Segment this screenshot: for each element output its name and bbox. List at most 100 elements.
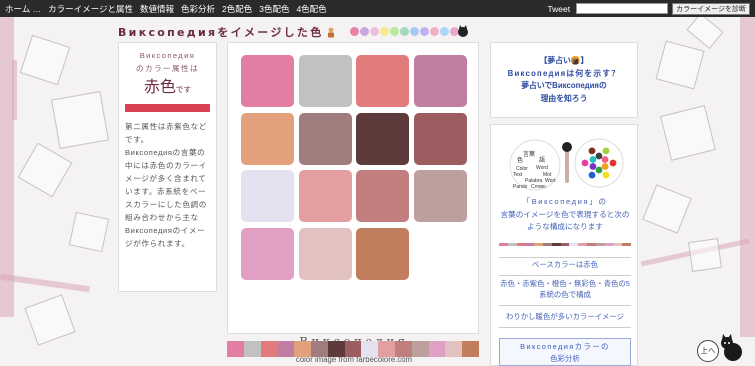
word-color-logo: 言葉 語 Word Mot Wort Text Palabra Parole С… (509, 138, 624, 191)
color-swatch[interactable] (298, 227, 352, 280)
analysis-label: 色彩分析 (550, 354, 580, 363)
logo-word: 語 (539, 156, 545, 164)
cat-logo-icon (458, 25, 468, 37)
logo-dot (602, 171, 610, 179)
color-palette-panel: Викcопедия color image from farbecolore.… (227, 42, 479, 364)
color-swatch[interactable] (413, 170, 467, 222)
back-to-top-button[interactable]: 上へ (697, 340, 719, 362)
search-input[interactable] (576, 3, 669, 14)
nav-home[interactable]: ホーム … (5, 3, 41, 15)
logo-word: 言葉 (523, 150, 535, 158)
composition-name: 「Викcопедия」の (522, 197, 608, 206)
logo-dot (588, 171, 596, 179)
color-swatch[interactable] (298, 112, 352, 165)
mini-strip-color (507, 243, 517, 246)
color-swatch[interactable] (298, 170, 352, 222)
mini-strip-color (622, 243, 631, 246)
logo-dot (601, 163, 609, 170)
page-title: Викcопедияをイメージした色 (118, 26, 324, 39)
color-swatch[interactable] (413, 55, 467, 107)
dream-reading-link[interactable]: 【夢占い🍘】 Викcопедияは何を示す？ 夢占いでВикcопедияの … (490, 42, 638, 118)
base-color-text: ベースカラーは赤色 (531, 260, 599, 269)
mini-strip-color (578, 243, 587, 246)
color-swatch[interactable] (356, 112, 409, 165)
logo-word: Text (513, 172, 523, 178)
logo-dot (601, 156, 609, 163)
strip-color (277, 341, 295, 357)
color-swatch[interactable] (241, 170, 294, 222)
color-swatch[interactable] (241, 227, 294, 280)
strip-color (378, 341, 395, 357)
color-swatch[interactable] (298, 55, 352, 107)
logo-dot (609, 159, 617, 167)
strip-color (445, 341, 463, 357)
mini-strip-color (569, 243, 579, 246)
strip-color (310, 341, 328, 357)
mini-strip-color (551, 243, 561, 246)
strip-color (462, 341, 479, 357)
logo-dot (589, 156, 597, 163)
attribute-name: Викcопедия (139, 51, 196, 60)
attribute-value: 赤色です (143, 79, 192, 96)
logo-dot (589, 163, 597, 170)
color-swatch[interactable] (241, 112, 294, 165)
divider (499, 327, 631, 328)
logo-word: Wort (545, 178, 556, 184)
strip-color (227, 341, 244, 357)
diagnose-button[interactable]: カラーイメージを診断 (672, 2, 750, 15)
logo-dot (588, 147, 596, 155)
title-color-dot (420, 27, 429, 36)
title-color-dot (350, 27, 359, 36)
color-attribute-panel: Викcопедия のカラー属性は 赤色です 第二属性は赤紫色などです。 Ви… (118, 42, 217, 292)
color-swatch[interactable] (241, 55, 294, 107)
logo-dot (581, 159, 589, 167)
dream-line-2: 理由を知ろう (540, 93, 588, 103)
title-color-dots (350, 27, 460, 36)
color-swatch[interactable] (356, 55, 409, 107)
composition-text: 言葉のイメージを色で表現すると次のような構成になります (500, 209, 630, 232)
logo-dot (595, 166, 603, 174)
strip-color (361, 341, 379, 357)
divider (499, 275, 631, 276)
analysis-name: Викcопедияカラーの (520, 342, 610, 351)
warm-color-note: わりかし暖色が多いカラーイメージ (505, 312, 625, 321)
divider (499, 257, 631, 258)
logo-dot (595, 152, 603, 160)
color-analysis-link[interactable]: Викcопедияカラーの 色彩分析 (499, 338, 631, 366)
nav-color-image[interactable]: カラーイメージと属性 (48, 3, 133, 15)
strip-color (243, 341, 261, 357)
title-color-dot (370, 27, 379, 36)
dream-line: 夢占いでВикcопедияの (521, 81, 607, 90)
tweet-link[interactable]: Tweet (547, 4, 570, 14)
strip-color (327, 341, 345, 357)
nav-numeric-info[interactable]: 数値情報 (140, 3, 174, 15)
logo-dot (602, 147, 610, 155)
nav-3-color[interactable]: 3色配色 (259, 3, 289, 15)
strip-color (344, 341, 362, 357)
color-composition-panel: 言葉 語 Word Mot Wort Text Palabra Parole С… (490, 124, 638, 366)
mini-strip-color (604, 243, 614, 246)
title-color-dot (380, 27, 389, 36)
title-color-dot (390, 27, 399, 36)
mini-strip-color (499, 243, 508, 246)
mini-strip-color (586, 243, 596, 246)
logo-word: Слово (531, 184, 546, 190)
divider (499, 305, 631, 306)
color-swatch[interactable] (356, 227, 409, 280)
dream-heading: 【夢占い🍘】 (539, 56, 589, 65)
strip-color (294, 341, 311, 357)
color-strip (227, 341, 479, 357)
title-color-dot (410, 27, 419, 36)
color-swatch[interactable] (356, 170, 409, 222)
nav-4-color[interactable]: 4色配色 (296, 3, 326, 15)
nav-2-color[interactable]: 2色配色 (222, 3, 252, 15)
attribute-intro: のカラー属性は (136, 64, 199, 73)
attribute-conclusion: Викcопедияのイメージが作られます。 (125, 226, 206, 248)
mini-strip-color (613, 243, 623, 246)
title-color-dot (400, 27, 409, 36)
nav-color-analysis[interactable]: 色彩分析 (181, 3, 215, 15)
person-icon (327, 27, 334, 37)
logo-word: 色 (517, 156, 523, 164)
logo-word: Parole (513, 184, 528, 190)
color-swatch[interactable] (413, 112, 467, 165)
